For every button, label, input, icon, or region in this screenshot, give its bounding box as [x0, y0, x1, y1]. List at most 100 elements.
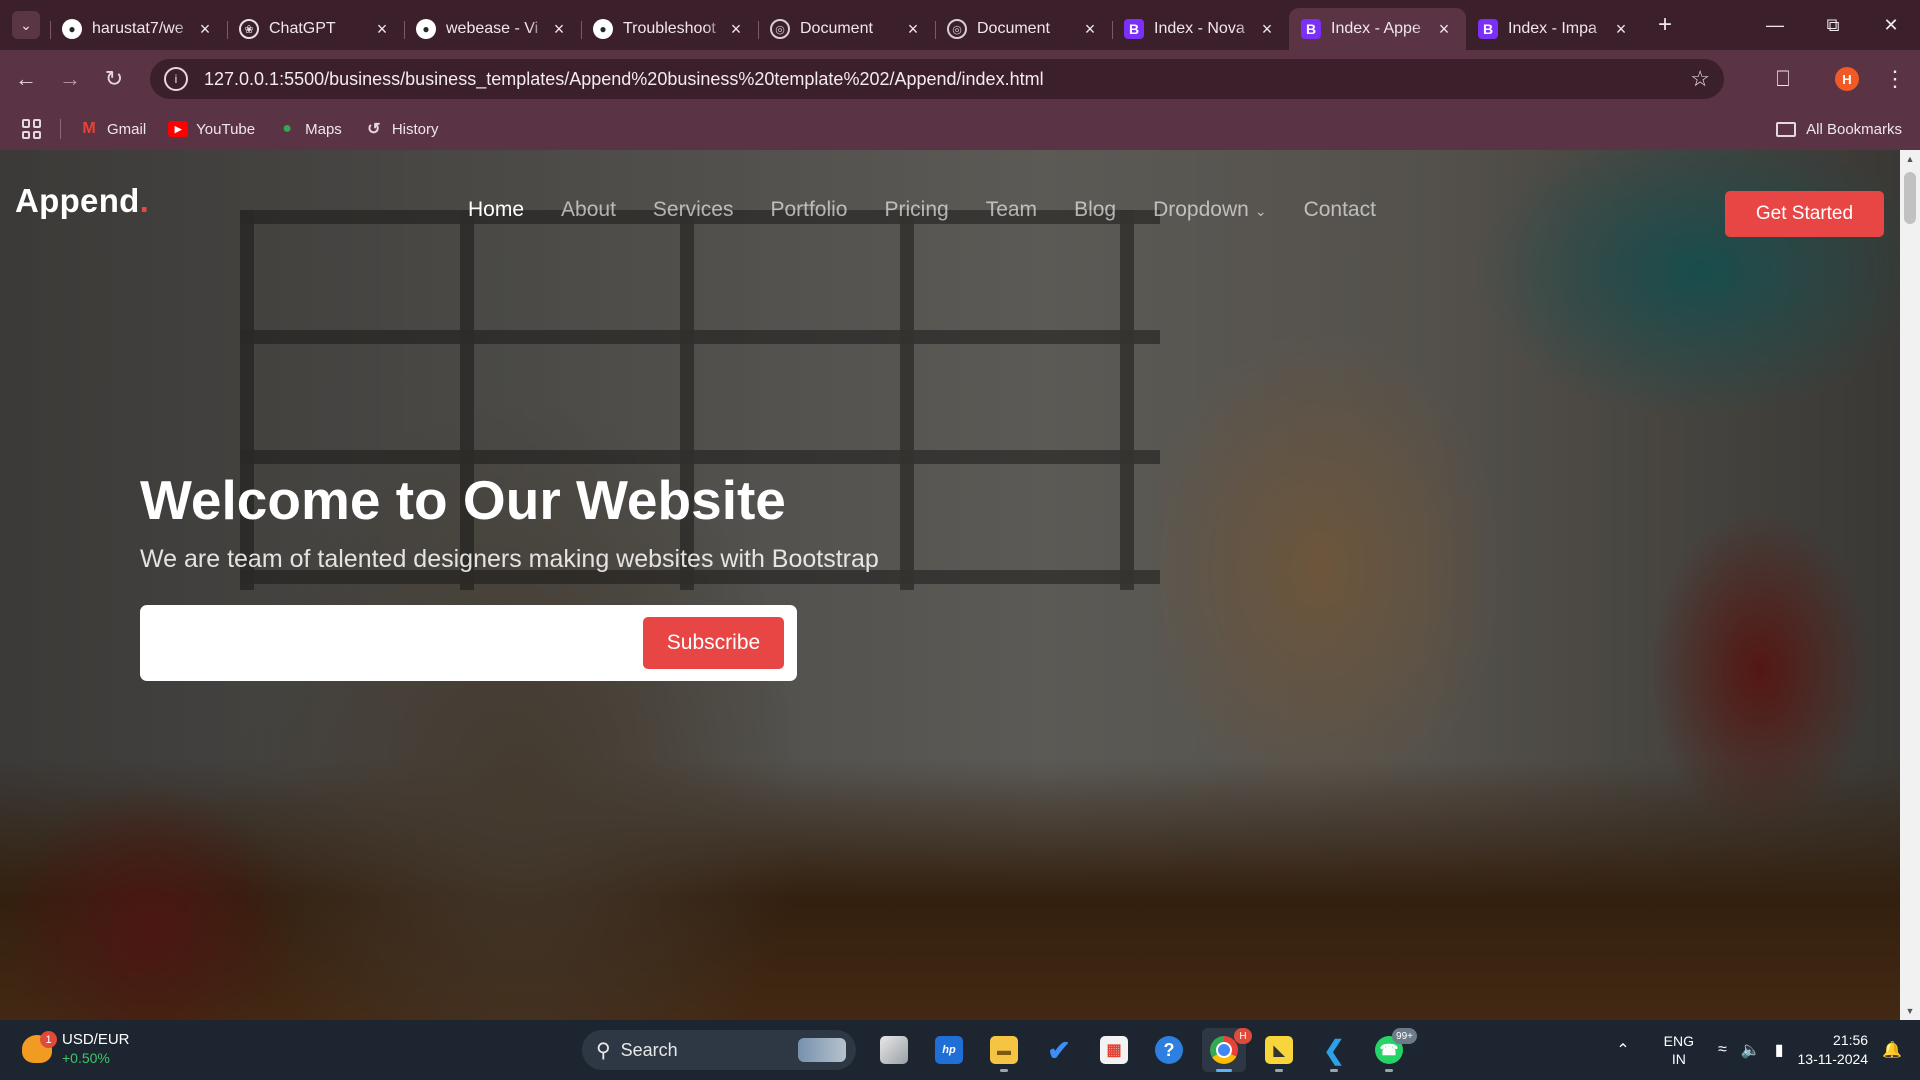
logo-text: Append — [15, 182, 140, 219]
all-bookmarks[interactable]: All Bookmarks — [1776, 121, 1902, 138]
new-tab-plus-icon[interactable]: + — [1649, 9, 1681, 41]
nav-link-label: Services — [652, 198, 734, 221]
tab-close-icon[interactable]: × — [1080, 19, 1100, 40]
bootstrap-icon: B — [1124, 19, 1144, 39]
show-hidden-icons-chevron-icon[interactable]: ⌃ — [1616, 1040, 1629, 1060]
browser-tab[interactable]: ❀ ChatGPT × — [227, 8, 404, 50]
taskbar-app-whatsapp[interactable]: ☎ 99+ — [1367, 1028, 1417, 1072]
chatgpt-icon: ❀ — [239, 19, 259, 39]
scroll-up-arrow-icon[interactable]: ▲ — [1900, 150, 1920, 168]
battery-icon[interactable]: ▮ — [1775, 1040, 1784, 1060]
minimize-icon[interactable]: — — [1746, 0, 1804, 50]
tab-separator — [50, 21, 51, 39]
site-logo[interactable]: Append. — [15, 182, 149, 220]
tab-close-icon[interactable]: × — [1611, 19, 1631, 40]
taskbar-app-todo[interactable]: ✔ — [1037, 1028, 1081, 1072]
sticky-notes-icon: ◣ — [1265, 1036, 1293, 1064]
tab-close-icon[interactable]: × — [549, 19, 569, 40]
browser-tab[interactable]: ● webease - Vi × — [404, 8, 581, 50]
browser-tab[interactable]: B Index - Impa × — [1466, 8, 1643, 50]
nav-link-services[interactable]: Services — [653, 198, 734, 222]
tab-close-icon[interactable]: × — [1434, 19, 1454, 40]
url-text[interactable]: 127.0.0.1:5500/business/business_templat… — [204, 69, 1690, 90]
tab-search-chevron-icon[interactable]: ⌄ — [12, 11, 40, 39]
browser-tab[interactable]: ◎ Document × — [758, 8, 935, 50]
tab-close-icon[interactable]: × — [195, 19, 215, 40]
address-bar[interactable]: i 127.0.0.1:5500/business/business_templ… — [150, 59, 1724, 99]
volume-muted-icon[interactable]: 🔈 — [1741, 1040, 1761, 1060]
browser-tab[interactable]: B Index - Appe × — [1289, 8, 1466, 50]
taskbar-app-myhp[interactable]: hp — [927, 1028, 971, 1072]
tab-close-icon[interactable]: × — [726, 19, 746, 40]
extensions-puzzle-icon[interactable]: ⎕ — [1768, 64, 1798, 94]
nav-link-label: Blog — [1074, 198, 1117, 221]
reload-icon[interactable]: ↻ — [96, 61, 132, 97]
browser-tab[interactable]: B Index - Nova × — [1112, 8, 1289, 50]
windows-start-icon[interactable] — [524, 1028, 568, 1072]
gmail-icon: M — [82, 120, 96, 137]
nav-link-team[interactable]: Team — [986, 198, 1037, 222]
input-language[interactable]: ENG IN — [1664, 1032, 1694, 1068]
taskbar-app-get-help[interactable]: ? — [1147, 1028, 1191, 1072]
vscode-icon: ❮ — [1323, 1034, 1345, 1065]
nav-link-label: Portfolio — [770, 198, 848, 221]
nav-link-portfolio[interactable]: Portfolio — [770, 198, 847, 222]
bookmark-gmail[interactable]: M Gmail — [79, 120, 146, 138]
taskbar-app-vscode[interactable]: ❮ — [1312, 1028, 1356, 1072]
tab-separator — [227, 21, 228, 39]
restore-icon[interactable]: ⧉ — [1804, 0, 1862, 50]
nav-link-label: About — [561, 198, 616, 221]
bookmark-youtube[interactable]: ▶ YouTube — [168, 121, 255, 138]
globe-icon: ◎ — [947, 19, 967, 39]
kebab-menu-icon[interactable]: ⋮ — [1880, 64, 1910, 94]
site-info-icon[interactable]: i — [164, 67, 188, 91]
clock[interactable]: 21:56 13-11-2024 — [1798, 1031, 1869, 1069]
back-arrow-icon[interactable]: ← — [8, 61, 44, 97]
browser-tab[interactable]: ● Troubleshoot × — [581, 8, 758, 50]
email-input[interactable] — [156, 619, 626, 667]
logo-dot: . — [139, 182, 150, 219]
tab-close-icon[interactable]: × — [372, 19, 392, 40]
language-line2: IN — [1671, 1051, 1686, 1067]
widget-title: USD/EUR — [62, 1031, 130, 1048]
scroll-thumb[interactable] — [1904, 172, 1916, 224]
scroll-down-arrow-icon[interactable]: ▼ — [1900, 1002, 1920, 1020]
widget-badge: 1 — [40, 1031, 57, 1048]
nav-link-about[interactable]: About — [561, 198, 616, 222]
taskbar-app-chrome[interactable]: H — [1202, 1028, 1252, 1072]
tab-title: harustat7/we — [92, 20, 184, 37]
tab-title: webease - Vi — [446, 20, 539, 37]
bookmark-maps[interactable]: ● Maps — [277, 120, 342, 138]
screen: ⌄ ● harustat7/we × ❀ ChatGPT × ● webease - Vi × ●… — [0, 0, 1920, 1080]
bookmark-history[interactable]: ↺ History — [364, 121, 438, 139]
taskbar-app-sticky-notes[interactable]: ◣ — [1257, 1028, 1301, 1072]
nav-link-dropdown[interactable]: Dropdown ⌄ — [1153, 198, 1266, 222]
taskbar: 1 USD/EUR +0.50% ⚲ Search hp ▬ ✔ ▦? H ◣ ❮ ☎ 99+ … — [0, 1020, 1920, 1080]
browser-tab[interactable]: ● harustat7/we × — [50, 8, 227, 50]
page-scrollbar[interactable]: ▲ ▼ — [1900, 150, 1920, 1020]
taskbar-search[interactable]: ⚲ Search — [582, 1030, 856, 1070]
taskbar-app-file-explorer[interactable]: ▬ — [982, 1028, 1026, 1072]
close-window-icon[interactable]: ✕ — [1862, 0, 1920, 50]
browser-tab[interactable]: ◎ Document × — [935, 8, 1112, 50]
forward-arrow-icon[interactable]: → — [52, 61, 88, 97]
tab-close-icon[interactable]: × — [1257, 19, 1277, 40]
bookmark-star-icon[interactable]: ☆ — [1690, 66, 1710, 92]
tab-title: ChatGPT — [269, 20, 336, 37]
nav-link-pricing[interactable]: Pricing — [885, 198, 949, 222]
widgets-button[interactable]: 1 USD/EUR +0.50% — [22, 1030, 130, 1068]
wifi-icon[interactable]: ≈ — [1718, 1041, 1727, 1059]
taskbar-app-task-view[interactable] — [872, 1028, 916, 1072]
apps-grid-icon[interactable] — [22, 119, 42, 139]
subscribe-button[interactable]: Subscribe — [643, 617, 784, 669]
nav-link-contact[interactable]: Contact — [1304, 198, 1376, 222]
profile-avatar[interactable]: H — [1835, 67, 1859, 91]
get-started-button[interactable]: Get Started — [1725, 191, 1884, 237]
nav-link-blog[interactable]: Blog — [1074, 198, 1116, 222]
running-indicator — [1385, 1069, 1393, 1072]
taskbar-app-microsoft-store[interactable]: ▦ — [1092, 1028, 1136, 1072]
tab-close-icon[interactable]: × — [903, 19, 923, 40]
nav-link-home[interactable]: Home — [468, 198, 524, 222]
github-icon: ● — [416, 19, 436, 39]
notification-bell-icon[interactable]: 🔔 — [1882, 1040, 1902, 1060]
